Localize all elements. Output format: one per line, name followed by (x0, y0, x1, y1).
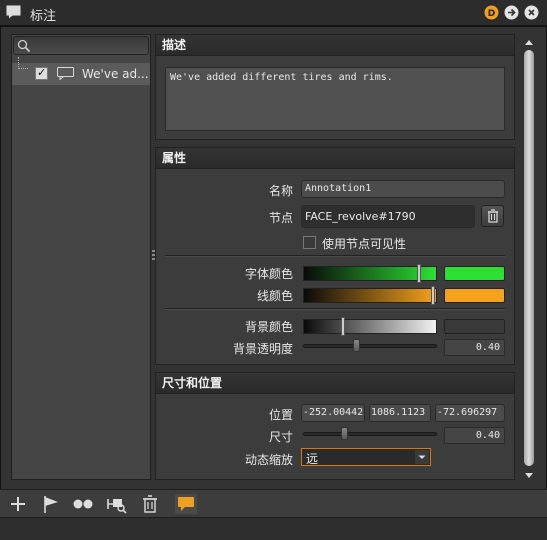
line-color-label: 线颜色 (256, 289, 293, 303)
font-color-gradient-handle[interactable] (417, 264, 421, 283)
size-position-section: 尺寸和位置 位置 -252.00442 1086.1123 -72.696297… (155, 372, 515, 480)
description-section: 描述 We've added different tires and rims. (155, 34, 515, 140)
divider (165, 308, 505, 310)
bg-color-gradient[interactable] (303, 317, 437, 336)
flag-icon[interactable] (40, 494, 62, 514)
font-color-swatch[interactable] (444, 266, 505, 281)
trash-icon[interactable] (139, 494, 161, 514)
search-input[interactable] (13, 36, 149, 55)
title-bar: 标注 D (0, 0, 547, 26)
svg-text:D: D (488, 9, 495, 19)
node-field[interactable]: FACE_revolve#1790 (301, 205, 475, 228)
size-slider[interactable] (303, 427, 437, 440)
dock-icon[interactable]: D (484, 5, 499, 20)
comment-icon[interactable] (175, 494, 197, 514)
size-slider-thumb[interactable] (341, 427, 348, 440)
dots-icon[interactable] (72, 494, 94, 514)
clear-node-button[interactable] (481, 205, 504, 227)
name-label: 名称 (268, 184, 293, 198)
visibility-checkbox[interactable]: ✓ (35, 66, 48, 80)
camera-search-icon[interactable] (106, 494, 128, 514)
description-textarea[interactable]: We've added different tires and rims. (165, 67, 505, 131)
use-node-visibility-label: 使用节点可见性 (322, 237, 407, 251)
bg-color-swatch[interactable] (444, 319, 505, 334)
status-bar (0, 517, 547, 540)
bg-color-label: 背景颜色 (244, 320, 293, 334)
dynamic-scale-value: 远 (306, 452, 319, 466)
position-label: 位置 (268, 408, 293, 422)
line-color-swatch[interactable] (444, 288, 505, 303)
chevron-down-icon (415, 450, 429, 464)
close-icon[interactable] (524, 5, 539, 20)
annotation-list-panel: ✓ We've ad... (11, 34, 151, 480)
scroll-up-icon[interactable] (524, 38, 534, 46)
divider (165, 255, 505, 257)
list-item-label: We've ad... (82, 67, 149, 81)
properties-panel: 描述 We've added different tires and rims.… (155, 34, 515, 480)
name-field[interactable]: Annotation1 (301, 180, 505, 198)
section-header[interactable]: 尺寸和位置 (156, 373, 514, 394)
window-title: 标注 (30, 9, 57, 24)
tree-connector (18, 57, 28, 69)
check-mark-icon: ✓ (37, 66, 47, 79)
trash-icon (488, 209, 498, 223)
scrollbar-thumb[interactable] (524, 50, 534, 466)
font-color-gradient[interactable] (303, 264, 437, 283)
section-header[interactable]: 描述 (156, 35, 514, 56)
position-x-field[interactable]: -252.00442 (301, 404, 365, 422)
bg-opacity-slider-thumb[interactable] (353, 339, 360, 352)
bg-opacity-value[interactable]: 0.40 (444, 339, 505, 356)
size-value[interactable]: 0.40 (444, 427, 505, 444)
bottom-toolbar (0, 489, 547, 517)
dynamic-scale-label: 动态缩放 (244, 453, 293, 467)
line-color-gradient[interactable] (303, 286, 437, 305)
font-color-label: 字体颜色 (244, 267, 293, 281)
annotation-icon (6, 5, 21, 19)
position-y-field[interactable]: 1086.1123 (369, 404, 431, 422)
dynamic-scale-select[interactable]: 远 (301, 448, 431, 466)
size-label: 尺寸 (268, 430, 293, 444)
bg-color-gradient-handle[interactable] (341, 317, 345, 336)
section-header[interactable]: 属性 (156, 148, 514, 169)
properties-section: 属性 名称 Annotation1 节点 FACE_revolve#1790 使… (155, 147, 515, 365)
bg-opacity-slider[interactable] (303, 339, 437, 352)
bg-opacity-label: 背景透明度 (232, 342, 293, 356)
line-color-gradient-handle[interactable] (431, 286, 435, 305)
use-node-visibility-checkbox[interactable] (303, 236, 316, 249)
scroll-down-icon[interactable] (524, 472, 534, 480)
node-label: 节点 (268, 211, 293, 225)
position-z-field[interactable]: -72.696297 (435, 404, 505, 422)
comment-icon (57, 67, 74, 80)
search-icon (17, 39, 31, 53)
arrow-right-icon[interactable] (504, 5, 519, 20)
list-item[interactable]: ✓ We've ad... (12, 57, 150, 85)
plus-icon[interactable] (7, 494, 29, 514)
vertical-scrollbar[interactable] (522, 36, 536, 482)
